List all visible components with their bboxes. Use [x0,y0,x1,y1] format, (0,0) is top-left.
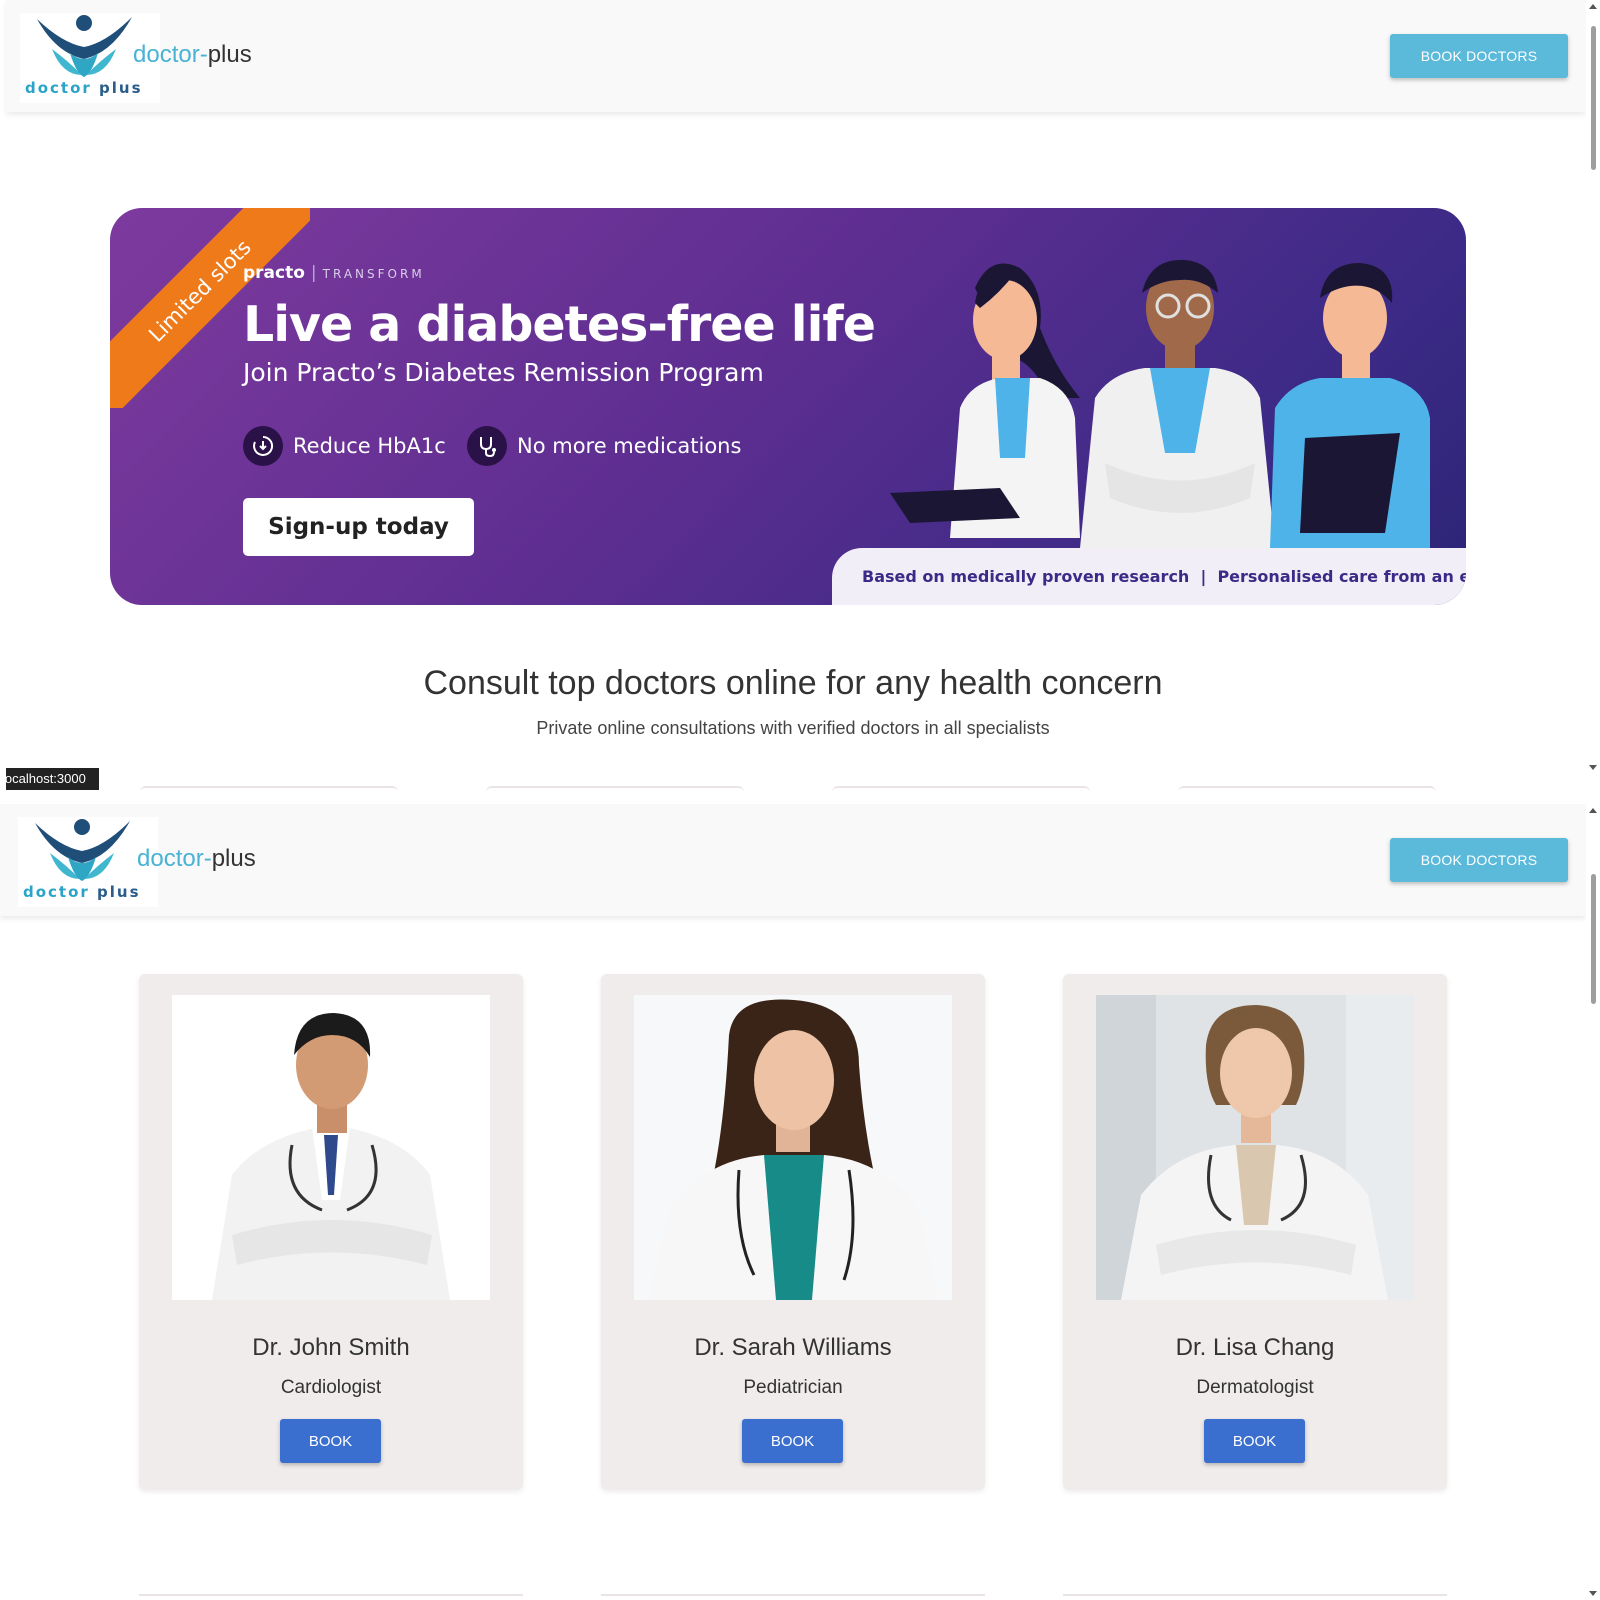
status-bar-url: localhost:3000 [6,768,99,790]
card-peek [139,1594,523,1600]
doctor-card: Dr. Lisa Chang Dermatologist BOOK [1063,974,1447,1490]
doctor-name: Dr. Sarah Williams [694,1334,892,1361]
brand-name[interactable]: doctor-plus [133,41,252,69]
brand-name-part1: doctor- [133,41,208,68]
banner-headline: Live a diabetes-free life [243,296,876,353]
promo-banner[interactable]: Limited slots practo | TRANSFORM Live a di… [110,208,1466,605]
logo-figure-icon [35,819,130,881]
navbar: doctor plus doctor-plus BOOK DOCTORS [0,804,1586,916]
brand-name-part1: doctor- [137,845,212,872]
doctor-card: Dr. John Smith Cardiologist BOOK [139,974,523,1490]
scroll-down-icon[interactable] [1589,1591,1597,1596]
navbar: doctor plus doctor-plus BOOK DOCTORS [6,0,1586,112]
feature-label: No more medications [517,434,742,458]
doctor-name: Dr. John Smith [252,1334,410,1361]
consult-title: Consult top doctors online for any healt… [423,664,1163,702]
doctor-photo [1096,995,1414,1300]
scroll-up-icon[interactable] [1589,808,1597,813]
screenshot-bottom: doctor plus doctor-plus BOOK DOCTORS Dr.… [0,804,1600,1600]
logo-figure-icon [37,15,132,77]
doctor-specialty: Cardiologist [280,1377,382,1398]
banner-subhead: Join Practo’s Diabetes Remission Program [243,358,764,387]
doctor-photo [634,995,952,1300]
brand-name[interactable]: doctor-plus [137,845,256,873]
feature-reduce-hba1c: Reduce HbA1c [243,426,446,466]
scroll-down-icon[interactable] [1589,765,1597,770]
hba1c-icon [243,426,283,466]
feature-no-medications: No more medications [467,426,741,466]
doctor-photo [172,995,490,1300]
practo-logo: practo | TRANSFORM [243,263,425,283]
doctor-name: Dr. Lisa Chang [1175,1334,1335,1361]
brand-name-part2: plus [207,41,252,68]
scroll-up-icon[interactable] [1589,4,1597,9]
scroll-thumb[interactable] [1591,26,1596,170]
book-doctors-button[interactable]: BOOK DOCTORS [1390,34,1568,78]
logo-text: doctor plus [23,883,141,901]
book-doctors-button[interactable]: BOOK DOCTORS [1390,838,1568,882]
banner-footer: Based on medically proven research | Per… [832,548,1466,605]
screenshot-top: doctor plus doctor-plus BOOK DOCTORS Lim… [0,0,1600,792]
screenshot-divider [0,792,1600,804]
doctor-card: Dr. Sarah Williams Pediatrician BOOK [601,974,985,1490]
book-button[interactable]: BOOK [742,1419,843,1463]
book-button[interactable]: BOOK [1204,1419,1305,1463]
scrollbar[interactable] [1586,0,1600,792]
scroll-thumb[interactable] [1591,874,1596,1004]
scrollbar[interactable] [1586,804,1600,1600]
doctors-illustration [890,259,1430,548]
book-button[interactable]: BOOK [280,1419,381,1463]
consult-subtitle: Private online consultations with verifi… [536,718,1050,738]
feature-label: Reduce HbA1c [293,434,446,458]
signup-button[interactable]: Sign-up today [243,498,474,556]
card-peek [1063,1594,1447,1600]
stethoscope-icon [467,426,507,466]
logo-text: doctor plus [25,79,143,97]
brand-name-part2: plus [211,845,256,872]
doctor-specialty: Dermatologist [1196,1377,1314,1398]
card-peek [601,1594,985,1600]
doctor-specialty: Pediatrician [743,1377,843,1398]
